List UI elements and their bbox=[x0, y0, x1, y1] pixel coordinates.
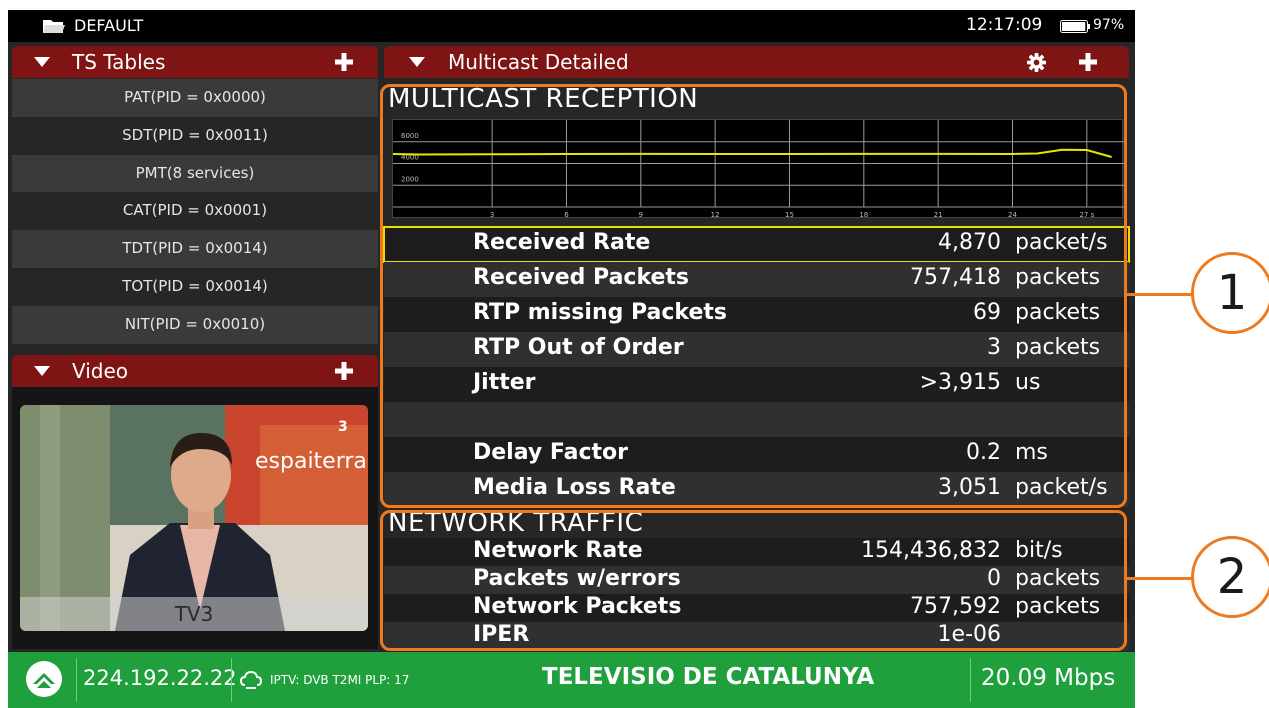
annotation-marker-1: 1 bbox=[1191, 252, 1269, 334]
collapse-caret-icon[interactable] bbox=[34, 57, 50, 67]
video-header[interactable]: Video bbox=[12, 355, 378, 387]
collapse-caret-icon[interactable] bbox=[409, 57, 425, 67]
clock: 12:17:09 bbox=[966, 15, 1043, 35]
ts-table-item[interactable]: PAT(PID = 0x0000) bbox=[12, 79, 378, 117]
bottom-status-bar: 224.192.22.22 IPTV: DVB T2MI PLP: 17 TEL… bbox=[8, 652, 1135, 708]
annotation-leader-2 bbox=[1127, 577, 1197, 580]
ts-table-item[interactable]: SDT(PID = 0x0011) bbox=[12, 116, 378, 155]
ts-table-item[interactable]: PMT(8 services) bbox=[12, 154, 378, 193]
banner-text: espaiterra bbox=[255, 449, 367, 474]
multicast-header[interactable]: Multicast Detailed bbox=[384, 46, 1129, 78]
bitrate: 20.09 Mbps bbox=[981, 665, 1116, 691]
channel-name[interactable]: TELEVISIO DE CATALUNYA bbox=[542, 664, 874, 690]
ts-table-item[interactable]: NIT(PID = 0x0010) bbox=[12, 305, 378, 344]
video-frame-image: espaiterra 3 TV3 bbox=[20, 405, 368, 631]
video-title: Video bbox=[72, 359, 129, 383]
ts-table-item[interactable]: CAT(PID = 0x0001) bbox=[12, 192, 378, 231]
battery-level: 97% bbox=[1093, 17, 1125, 33]
annotation-marker-2: 2 bbox=[1191, 536, 1269, 618]
gear-icon[interactable] bbox=[1027, 53, 1046, 72]
top-status-bar: DEFAULT 12:17:09 97% bbox=[8, 10, 1135, 42]
channel-overlay: TV3 bbox=[20, 597, 368, 631]
cloud-icon bbox=[240, 670, 262, 689]
ts-table-item[interactable]: TDT(PID = 0x0014) bbox=[12, 230, 378, 268]
add-icon[interactable] bbox=[1079, 53, 1097, 71]
annotation-box-1 bbox=[380, 84, 1127, 508]
ts-tables-title: TS Tables bbox=[72, 50, 166, 74]
multicast-title: Multicast Detailed bbox=[448, 50, 629, 74]
collapse-caret-icon[interactable] bbox=[34, 366, 50, 376]
divider bbox=[970, 658, 971, 702]
ts-table-item[interactable]: TOT(PID = 0x0014) bbox=[12, 267, 378, 306]
annotation-box-2 bbox=[380, 510, 1127, 651]
add-icon[interactable] bbox=[335, 362, 353, 380]
iptv-info: IPTV: DVB T2MI PLP: 17 bbox=[270, 673, 410, 687]
ip-address[interactable]: 224.192.22.22 bbox=[83, 666, 237, 690]
annotation-leader-1 bbox=[1127, 293, 1197, 296]
ts-tables-header[interactable]: TS Tables bbox=[12, 46, 378, 78]
folder-icon[interactable] bbox=[43, 19, 65, 34]
logo-icon[interactable] bbox=[26, 661, 62, 697]
ts-tables-list: PAT(PID = 0x0000) SDT(PID = 0x0011) PMT(… bbox=[12, 79, 378, 344]
profile-name[interactable]: DEFAULT bbox=[74, 16, 143, 35]
video-preview[interactable]: espaiterra 3 TV3 bbox=[12, 387, 378, 649]
battery-icon bbox=[1060, 20, 1090, 33]
banner-number: 3 bbox=[338, 419, 348, 435]
add-icon[interactable] bbox=[335, 53, 353, 71]
divider bbox=[76, 658, 77, 702]
divider bbox=[231, 658, 232, 702]
